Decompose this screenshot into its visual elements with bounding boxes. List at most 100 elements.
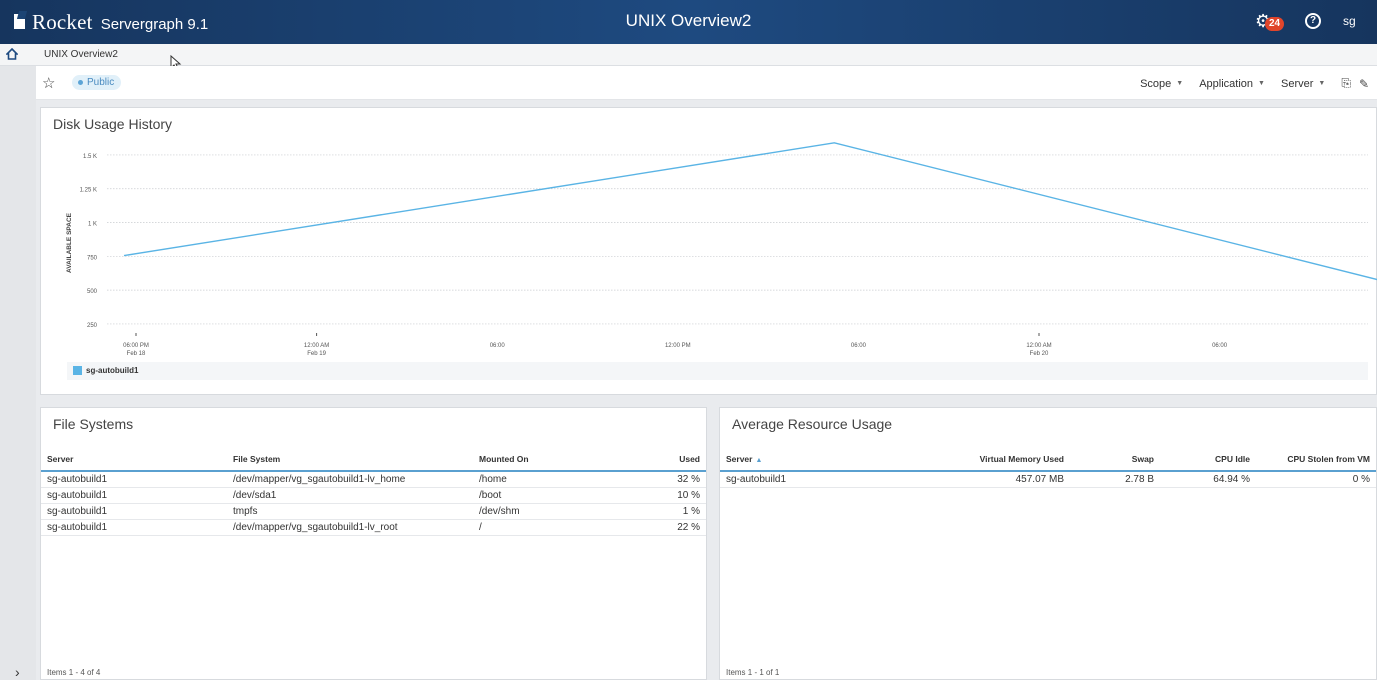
cell-file-system: /dev/mapper/vg_sgautobuild1-lv_root xyxy=(227,519,473,536)
user-menu[interactable]: sg xyxy=(1343,14,1377,28)
product-name: Servergraph 9.1 xyxy=(100,16,209,33)
column-header-cpu-stolen[interactable]: CPU Stolen from VM xyxy=(1256,447,1376,472)
y-tick-label: 1.25 K xyxy=(80,188,97,194)
help-icon[interactable]: ? xyxy=(1305,13,1321,29)
column-header-server-label: Server xyxy=(726,453,753,464)
file-systems-table: Server File System Mounted On Used sg-au… xyxy=(41,447,706,536)
x-tick-label: 12:00 AM xyxy=(1026,343,1051,349)
table-header-row: Server File System Mounted On Used xyxy=(41,447,706,472)
column-header-swap[interactable]: Swap xyxy=(1070,447,1160,472)
cell-cpu-idle: 64.94 % xyxy=(1160,471,1256,488)
x-tick-label: 06:00 xyxy=(490,343,506,349)
column-header-cpu-idle[interactable]: CPU Idle xyxy=(1160,447,1256,472)
server-filter[interactable]: Server ▼ xyxy=(1281,78,1325,90)
table-row[interactable]: sg-autobuild1 /dev/mapper/vg_sgautobuild… xyxy=(41,519,706,536)
sort-ascending-icon: ▲ xyxy=(755,456,763,464)
user-name: sg xyxy=(1343,14,1356,28)
application-filter[interactable]: Application ▼ xyxy=(1199,78,1265,90)
caret-down-icon: ▼ xyxy=(1258,80,1265,88)
cell-used: 1 % xyxy=(633,503,706,520)
x-tick-label: 12:00 PM xyxy=(665,343,691,349)
caret-down-icon: ▼ xyxy=(1176,80,1184,88)
column-header-server[interactable]: Server xyxy=(41,447,227,472)
notifications-button[interactable]: ⚙ 24 xyxy=(1255,10,1285,32)
y-tick-label: 1.5 K xyxy=(83,154,97,160)
chart-legend: sg-autobuild1 xyxy=(67,362,1368,380)
y-tick-label: 750 xyxy=(87,255,98,261)
file-systems-panel: File Systems Server File System Mounted … xyxy=(40,407,707,680)
cell-mounted-on: / xyxy=(473,519,633,536)
resource-usage-panel: Average Resource Usage Server ▲ Virtual M… xyxy=(719,407,1377,680)
y-tick-label: 500 xyxy=(87,289,98,295)
application-filter-label: Application xyxy=(1199,77,1254,90)
cell-server: sg-autobuild1 xyxy=(41,503,227,520)
cell-file-system: tmpfs xyxy=(227,503,473,520)
table-row[interactable]: sg-autobuild1 /dev/sda1 /boot 10 % xyxy=(41,487,706,504)
left-rail: › xyxy=(0,66,36,680)
dashboard-toolbar: ☆ Public Scope ▼ Application ▼ Server ▼ ⎘ ✎ xyxy=(36,66,1377,100)
rocket-logo-icon xyxy=(14,11,30,29)
cell-used: 22 % xyxy=(633,519,706,536)
column-header-virtual-memory[interactable]: Virtual Memory Used xyxy=(890,447,1070,472)
table-header-row: Server ▲ Virtual Memory Used Swap CPU Idl… xyxy=(720,447,1376,472)
x-tick-label: 12:00 AM xyxy=(304,343,329,349)
disk-usage-chart: 1.5 K 1.25 K 1 K 750 500 250 AVAILABLE SPACE 06… xyxy=(66,142,1377,357)
cell-used: 32 % xyxy=(633,471,706,488)
notification-badge: 24 xyxy=(1265,17,1285,31)
edit-pencil-icon[interactable]: ✎ xyxy=(1359,77,1369,91)
column-header-server[interactable]: Server ▲ xyxy=(720,447,890,472)
export-icon[interactable]: ⎘ xyxy=(1341,76,1351,91)
scope-filter[interactable]: Scope ▼ xyxy=(1140,78,1183,90)
cell-cpu-stolen: 0 % xyxy=(1256,471,1376,488)
series-line xyxy=(123,142,1377,281)
legend-label[interactable]: sg-autobuild1 xyxy=(86,366,138,375)
legend-swatch[interactable] xyxy=(73,366,82,375)
table-row[interactable]: sg-autobuild1 tmpfs /dev/shm 1 % xyxy=(41,503,706,520)
x-tick-label: 06:00 PM xyxy=(123,343,149,349)
scope-filter-label: Scope xyxy=(1140,77,1172,90)
top-bar: Rocket Servergraph 9.1 UNIX Overview2 ⚙ … xyxy=(0,0,1377,44)
column-header-mounted-on[interactable]: Mounted On xyxy=(473,447,633,472)
brand-logo[interactable]: Rocket Servergraph 9.1 xyxy=(14,10,208,35)
expand-sidebar-icon[interactable]: › xyxy=(15,664,20,680)
cell-used: 10 % xyxy=(633,487,706,504)
table-row[interactable]: sg-autobuild1 457.07 MB 2.78 B 64.94 % 0… xyxy=(720,471,1376,488)
visibility-label: Public xyxy=(87,77,115,88)
x-tick-label: 06:00 xyxy=(851,343,867,349)
status-dot-icon xyxy=(78,79,83,85)
cell-file-system: /dev/sda1 xyxy=(227,487,473,504)
server-filter-label: Server xyxy=(1280,77,1314,90)
cell-file-system: /dev/mapper/vg_sgautobuild1-lv_home xyxy=(227,471,473,488)
disk-usage-panel: Disk Usage History 1.5 K 1.25 K1 K 750 500 2… xyxy=(40,107,1377,395)
cell-mounted-on: /home xyxy=(473,471,633,488)
cell-swap: 2.78 B xyxy=(1070,471,1160,488)
file-systems-pager: Items 1 - 4 of 4 xyxy=(47,668,101,677)
breadcrumb: UNIX Overview2 xyxy=(0,44,1377,71)
column-header-file-system[interactable]: File System xyxy=(227,447,473,472)
x-tick-sublabel: Feb 18 xyxy=(127,351,146,357)
cell-server: sg-autobuild1 xyxy=(41,519,227,536)
column-header-used[interactable]: Used xyxy=(633,447,706,472)
y-tick-label: 1 K xyxy=(88,222,97,228)
x-tick-label: 06:00 xyxy=(1212,343,1228,349)
y-tick-label: 250 xyxy=(87,323,98,329)
table-row[interactable]: sg-autobuild1 /dev/mapper/vg_sgautobuild… xyxy=(41,471,706,488)
file-systems-title: File Systems xyxy=(53,416,134,432)
favorite-star-icon[interactable]: ☆ xyxy=(42,74,55,92)
resource-usage-pager: Items 1 - 1 of 1 xyxy=(726,668,780,677)
cell-server: sg-autobuild1 xyxy=(41,471,227,488)
home-icon[interactable] xyxy=(6,48,18,60)
cell-server: sg-autobuild1 xyxy=(720,471,890,488)
visibility-badge[interactable]: Public xyxy=(72,75,122,90)
cell-mounted-on: /boot xyxy=(473,487,633,504)
x-tick-sublabel: Feb 20 xyxy=(1030,351,1049,357)
x-tick-sublabel: Feb 19 xyxy=(307,351,326,357)
breadcrumb-current[interactable]: UNIX Overview2 xyxy=(44,49,118,60)
resource-usage-table: Server ▲ Virtual Memory Used Swap CPU Idl… xyxy=(720,447,1376,488)
y-axis-label: AVAILABLE SPACE xyxy=(66,212,73,273)
cell-mounted-on: /dev/shm xyxy=(473,503,633,520)
resource-usage-title: Average Resource Usage xyxy=(732,416,893,432)
cell-server: sg-autobuild1 xyxy=(41,487,227,504)
brand-name: Rocket xyxy=(32,10,93,34)
cell-virtual-memory: 457.07 MB xyxy=(890,471,1070,488)
